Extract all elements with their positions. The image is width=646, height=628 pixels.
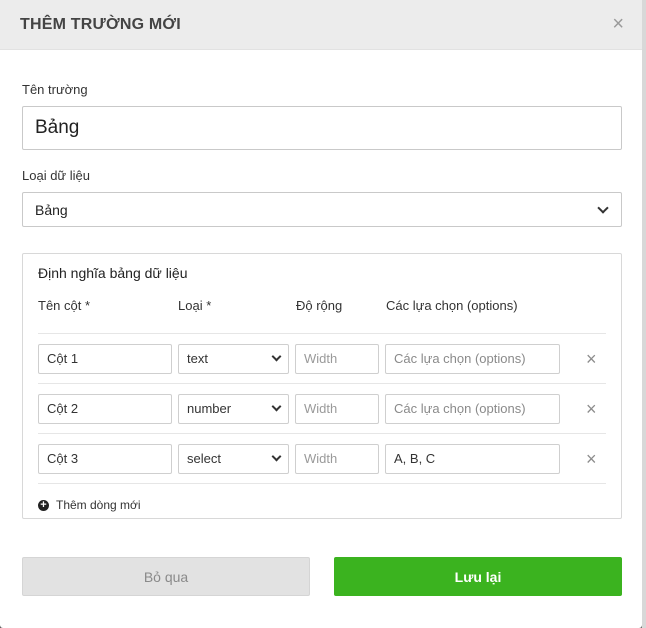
remove-row-icon[interactable]: × <box>586 400 597 418</box>
table-row: Cột 2 number Width Các lựa chọn (options… <box>38 384 606 434</box>
column-name-input[interactable]: Cột 3 <box>38 443 172 474</box>
data-type-label: Loại dữ liệu <box>22 168 90 183</box>
table-row: Cột 1 text Width Các lựa chọn (options) … <box>38 334 606 384</box>
modal-title: THÊM TRƯỜNG MỚI <box>20 15 181 33</box>
header-column-name: Tên cột * <box>38 298 91 313</box>
field-name-label: Tên trường <box>22 82 88 97</box>
modal-body: Tên trường Loại dữ liệu Bảng Định nghĩa … <box>0 82 642 519</box>
column-options-input[interactable]: A, B, C <box>385 443 560 474</box>
header-column-type: Loại * <box>178 298 212 313</box>
plus-circle-icon: + <box>38 499 49 511</box>
column-type-select[interactable]: number <box>178 393 289 424</box>
add-row-button[interactable]: + Thêm dòng mới <box>38 498 606 512</box>
column-name-input[interactable]: Cột 1 <box>38 343 172 374</box>
chevron-down-icon <box>271 351 282 362</box>
remove-row-icon[interactable]: × <box>586 350 597 368</box>
add-row-label: Thêm dòng mới <box>56 498 141 512</box>
remove-row-icon[interactable]: × <box>586 450 597 468</box>
field-name-input[interactable] <box>22 106 622 150</box>
save-button[interactable]: Lưu lại <box>334 557 622 596</box>
chevron-down-icon <box>271 401 282 412</box>
column-width-input[interactable]: Width <box>295 343 379 374</box>
header-column-width: Độ rộng <box>296 298 343 313</box>
column-options-input[interactable]: Các lựa chọn (options) <box>385 343 560 374</box>
header-column-options: Các lựa chọn (options) <box>386 298 518 313</box>
column-width-input[interactable]: Width <box>295 443 379 474</box>
chevron-down-icon <box>597 201 609 214</box>
modal-footer: Bỏ qua Lưu lại <box>22 557 622 596</box>
column-type-value: text <box>187 351 208 366</box>
column-name-input[interactable]: Cột 2 <box>38 393 172 424</box>
column-options-input[interactable]: Các lựa chọn (options) <box>385 393 560 424</box>
column-type-value: number <box>187 401 232 416</box>
table-row: Cột 3 select Width A, B, C × <box>38 434 606 484</box>
modal-header: THÊM TRƯỜNG MỚI × <box>0 0 642 50</box>
backdrop-right-edge <box>642 0 646 628</box>
panel-title: Định nghĩa bảng dữ liệu <box>38 265 188 281</box>
column-width-input[interactable]: Width <box>295 393 379 424</box>
column-type-value: select <box>187 451 221 466</box>
table-definition-panel: Định nghĩa bảng dữ liệu Tên cột * Loại *… <box>22 253 622 519</box>
column-type-select[interactable]: text <box>178 343 289 374</box>
column-headers: Tên cột * Loại * Độ rộng Các lựa chọn (o… <box>38 298 606 334</box>
chevron-down-icon <box>271 451 282 462</box>
data-type-select[interactable]: Bảng <box>22 192 622 227</box>
cancel-button[interactable]: Bỏ qua <box>22 557 310 596</box>
add-field-modal: THÊM TRƯỜNG MỚI × Tên trường Loại dữ liệ… <box>0 0 642 628</box>
data-type-value: Bảng <box>35 201 68 218</box>
close-icon[interactable]: × <box>612 14 624 34</box>
column-type-select[interactable]: select <box>178 443 289 474</box>
